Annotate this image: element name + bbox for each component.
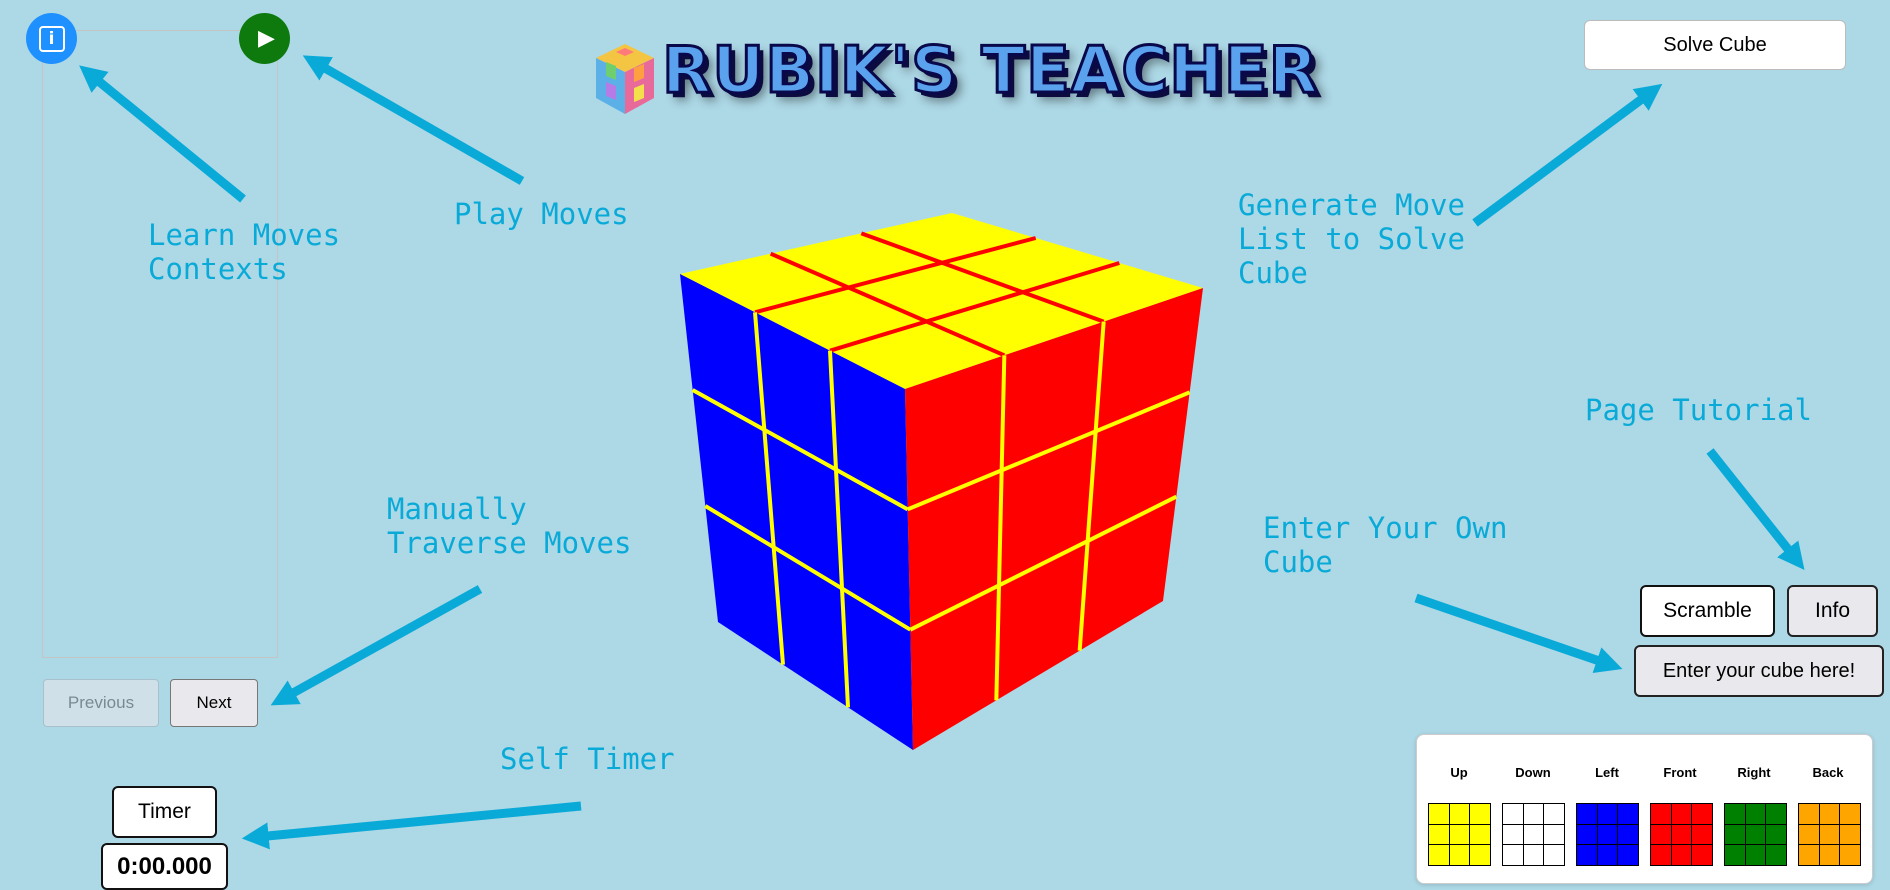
face-sticker[interactable] bbox=[1523, 845, 1544, 865]
face-sticker[interactable] bbox=[1819, 824, 1840, 845]
face-sticker[interactable] bbox=[1799, 824, 1819, 845]
face-sticker[interactable] bbox=[1819, 804, 1840, 824]
face-sticker[interactable] bbox=[1766, 845, 1786, 865]
face-sticker[interactable] bbox=[1577, 824, 1597, 845]
face-sticker[interactable] bbox=[1799, 804, 1819, 824]
face-sticker[interactable] bbox=[1597, 824, 1618, 845]
face-label-left: Left bbox=[1595, 765, 1619, 780]
solve-cube-button[interactable]: Solve Cube bbox=[1584, 20, 1846, 70]
next-button[interactable]: Next bbox=[170, 679, 258, 727]
face-sticker[interactable] bbox=[1840, 845, 1860, 865]
face-label-up: Up bbox=[1450, 765, 1468, 780]
face-sticker[interactable] bbox=[1651, 845, 1671, 865]
scramble-button[interactable]: Scramble bbox=[1640, 585, 1775, 637]
face-sticker[interactable] bbox=[1819, 845, 1840, 865]
face-sticker[interactable] bbox=[1429, 804, 1449, 824]
face-sticker[interactable] bbox=[1766, 824, 1786, 845]
face-sticker[interactable] bbox=[1503, 824, 1523, 845]
face-sticker[interactable] bbox=[1470, 845, 1490, 865]
face-sticker[interactable] bbox=[1745, 845, 1766, 865]
face-sticker[interactable] bbox=[1544, 804, 1564, 824]
face-label-front: Front bbox=[1663, 765, 1697, 780]
face-sticker[interactable] bbox=[1544, 824, 1564, 845]
face-sticker[interactable] bbox=[1692, 804, 1712, 824]
face-sticker[interactable] bbox=[1725, 824, 1745, 845]
timer-display: 0:00.000 bbox=[101, 843, 228, 890]
face-sticker[interactable] bbox=[1692, 845, 1712, 865]
timer-button[interactable]: Timer bbox=[112, 786, 217, 838]
face-sticker[interactable] bbox=[1449, 845, 1470, 865]
face-sticker[interactable] bbox=[1503, 845, 1523, 865]
face-sticker[interactable] bbox=[1671, 824, 1692, 845]
face-sticker[interactable] bbox=[1429, 824, 1449, 845]
face-grid-down[interactable] bbox=[1502, 803, 1565, 866]
face-sticker[interactable] bbox=[1597, 845, 1618, 865]
face-label-down: Down bbox=[1515, 765, 1551, 780]
face-sticker[interactable] bbox=[1745, 824, 1766, 845]
face-sticker[interactable] bbox=[1470, 824, 1490, 845]
face-sticker[interactable] bbox=[1745, 804, 1766, 824]
face-grid-back[interactable] bbox=[1798, 803, 1861, 866]
face-sticker[interactable] bbox=[1523, 824, 1544, 845]
face-sticker[interactable] bbox=[1618, 845, 1638, 865]
face-sticker[interactable] bbox=[1651, 824, 1671, 845]
face-sticker[interactable] bbox=[1651, 804, 1671, 824]
face-sticker[interactable] bbox=[1449, 804, 1470, 824]
face-grid-left[interactable] bbox=[1576, 803, 1639, 866]
face-sticker[interactable] bbox=[1470, 804, 1490, 824]
face-sticker[interactable] bbox=[1503, 804, 1523, 824]
enter-cube-button[interactable]: Enter your cube here! bbox=[1634, 645, 1884, 697]
face-sticker[interactable] bbox=[1618, 824, 1638, 845]
face-sticker[interactable] bbox=[1840, 804, 1860, 824]
face-sticker[interactable] bbox=[1671, 845, 1692, 865]
face-sticker[interactable] bbox=[1544, 845, 1564, 865]
face-sticker[interactable] bbox=[1840, 824, 1860, 845]
info-button[interactable]: Info bbox=[1787, 585, 1878, 637]
face-sticker[interactable] bbox=[1692, 824, 1712, 845]
face-sticker[interactable] bbox=[1671, 804, 1692, 824]
face-sticker[interactable] bbox=[1766, 804, 1786, 824]
face-sticker[interactable] bbox=[1577, 845, 1597, 865]
face-grid-right[interactable] bbox=[1724, 803, 1787, 866]
face-grid-up[interactable] bbox=[1428, 803, 1491, 866]
face-grid-front[interactable] bbox=[1650, 803, 1713, 866]
face-sticker[interactable] bbox=[1618, 804, 1638, 824]
face-label-back: Back bbox=[1812, 765, 1844, 780]
face-label-right: Right bbox=[1737, 765, 1771, 780]
previous-button[interactable]: Previous bbox=[43, 679, 159, 727]
face-sticker[interactable] bbox=[1523, 804, 1544, 824]
face-sticker[interactable] bbox=[1577, 804, 1597, 824]
face-sticker[interactable] bbox=[1597, 804, 1618, 824]
face-sticker[interactable] bbox=[1725, 804, 1745, 824]
face-sticker[interactable] bbox=[1449, 824, 1470, 845]
face-sticker[interactable] bbox=[1429, 845, 1449, 865]
face-sticker[interactable] bbox=[1725, 845, 1745, 865]
face-sticker[interactable] bbox=[1799, 845, 1819, 865]
